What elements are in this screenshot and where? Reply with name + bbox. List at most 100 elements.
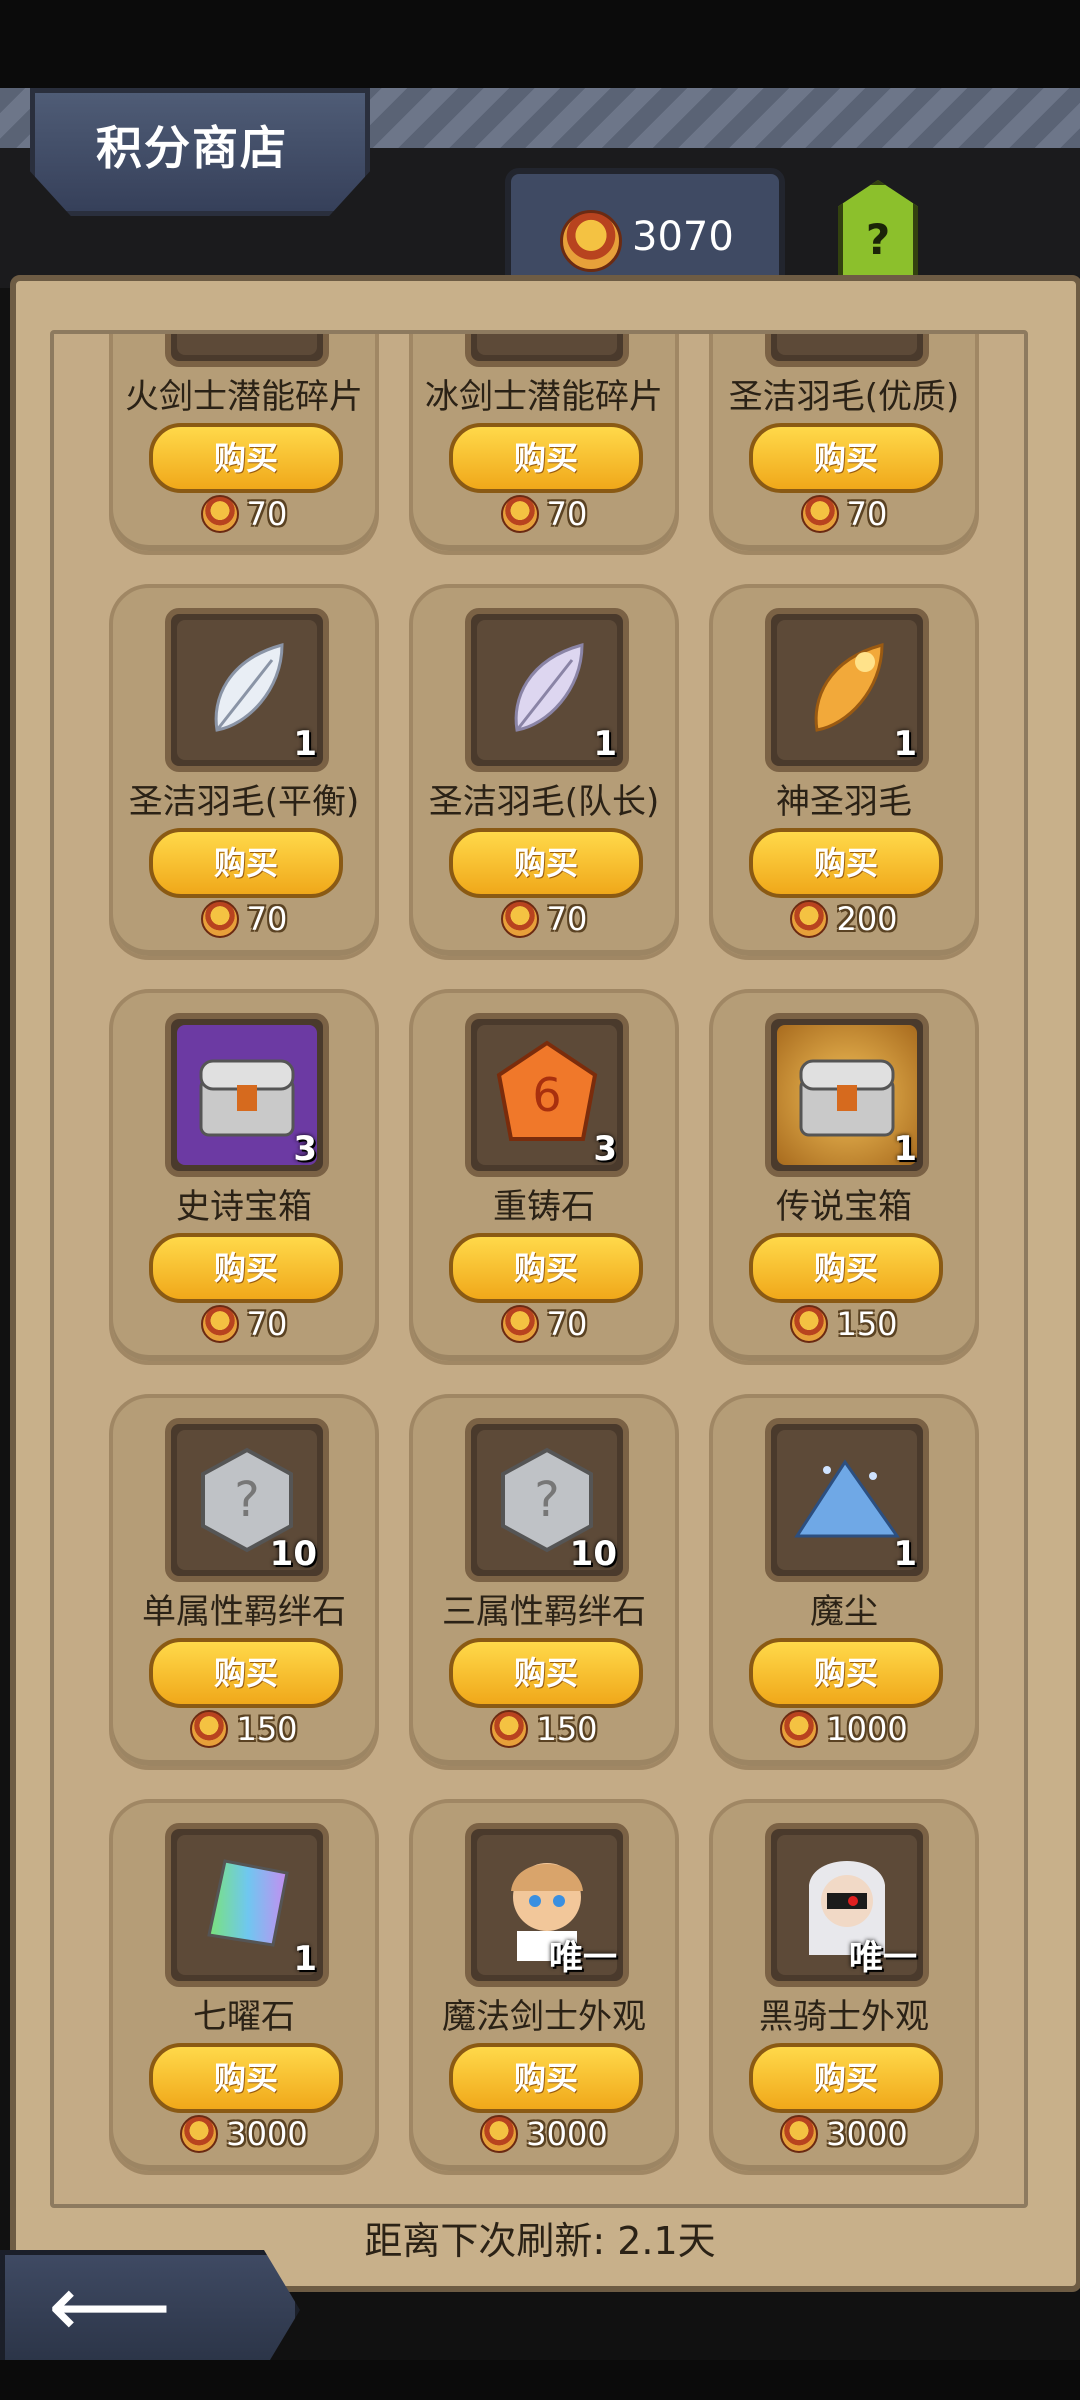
buy-button[interactable]: 购买 (449, 1233, 643, 1303)
buy-button[interactable]: 购买 (149, 423, 343, 493)
shop-item-card[interactable]: 6 3 重铸石购买 70 (409, 989, 679, 1365)
nav-bar (0, 2360, 1080, 2400)
buy-button[interactable]: 购买 (749, 1233, 943, 1303)
shop-item-card[interactable]: 1 传说宝箱购买 150 (709, 989, 979, 1365)
item-price: 70 (246, 1305, 288, 1343)
points-medal-icon (780, 1710, 819, 1748)
buy-button[interactable]: 购买 (749, 1638, 943, 1708)
svg-text:?: ? (534, 1472, 559, 1528)
points-medal-icon (190, 1710, 229, 1748)
shop-item-card[interactable]: ? 10 三属性羁绊石购买 150 (409, 1394, 679, 1770)
item-price: 3000 (826, 2115, 908, 2153)
points-medal-icon (180, 2115, 219, 2153)
item-price: 150 (236, 1710, 298, 1748)
item-price: 200 (836, 900, 898, 938)
item-icon-frame: 1 (165, 608, 329, 772)
buy-button[interactable]: 购买 (449, 423, 643, 493)
buy-button[interactable]: 购买 (149, 1233, 343, 1303)
buy-button[interactable]: 购买 (749, 828, 943, 898)
item-quantity: 唯一 (849, 1938, 917, 1978)
shop-item-card[interactable]: 1 魔尘 购买 1000 (709, 1394, 979, 1770)
item-quantity: 1 (293, 1939, 317, 1979)
price-row: 70 (113, 900, 375, 938)
shop-item-card[interactable]: 1 神圣羽毛 购买 200 (709, 584, 979, 960)
shop-item-grid[interactable]: 火剑士潜能碎片 购买 70 冰剑士潜能碎片 购买 70 圣洁羽毛(优质) 购买 70 1 圣洁羽毛(… (50, 330, 1028, 2208)
item-price: 70 (546, 1305, 588, 1343)
item-icon-frame (765, 334, 929, 367)
partial-item (477, 334, 617, 355)
item-icon-frame (465, 334, 629, 367)
shop-item-card[interactable]: ? 10 单属性羁绊石购买 150 (109, 1394, 379, 1770)
price-row: 150 (713, 1305, 975, 1343)
item-quantity: 1 (893, 1129, 917, 1169)
buy-button[interactable]: 购买 (449, 1638, 643, 1708)
points-medal-icon (480, 2115, 519, 2153)
item-icon-frame: ? 10 (465, 1418, 629, 1582)
shop-item-card[interactable]: 唯一黑骑士外观购买 3000 (709, 1799, 979, 2175)
item-icon-frame (165, 334, 329, 367)
item-price: 1000 (826, 1710, 908, 1748)
shop-item-card[interactable]: 1 圣洁羽毛(队长) 购买 70 (409, 584, 679, 960)
buy-button[interactable]: 购买 (449, 828, 643, 898)
item-name: 魔尘 (810, 1592, 878, 1632)
buy-button[interactable]: 购买 (149, 2043, 343, 2113)
item-name: 火剑士潜能碎片 (125, 377, 363, 417)
item-icon-frame: 63 (465, 1013, 629, 1177)
shop-item-card[interactable]: 冰剑士潜能碎片 购买 70 (409, 334, 679, 555)
item-price: 150 (536, 1710, 598, 1748)
item-price: 150 (836, 1305, 898, 1343)
item-price: 70 (246, 900, 288, 938)
points-medal-icon (490, 1710, 529, 1748)
item-price: 3000 (526, 2115, 608, 2153)
shop-item-card[interactable]: 1 圣洁羽毛(平衡) 购买 70 (109, 584, 379, 960)
item-name: 重铸石 (493, 1187, 595, 1227)
points-medal-icon (800, 495, 839, 533)
item-icon-frame: 唯一 (465, 1823, 629, 1987)
price-row: 70 (713, 495, 975, 533)
price-row: 1000 (713, 1710, 975, 1748)
item-icon-frame: 1 (165, 1823, 329, 1987)
buy-button[interactable]: 购买 (749, 2043, 943, 2113)
shop-item-card[interactable]: 3 史诗宝箱 购买 70 (109, 989, 379, 1365)
item-price: 70 (546, 495, 588, 533)
item-quantity: 1 (593, 724, 617, 764)
buy-button[interactable]: 购买 (149, 828, 343, 898)
price-row: 150 (113, 1710, 375, 1748)
price-row: 150 (413, 1710, 675, 1748)
price-row: 3000 (413, 2115, 675, 2153)
price-row: 3000 (713, 2115, 975, 2153)
buy-button[interactable]: 购买 (749, 423, 943, 493)
price-row: 70 (413, 1305, 675, 1343)
page-title: 积分商店 (96, 121, 288, 175)
item-name: 三属性羁绊石 (442, 1592, 646, 1632)
back-arrow-icon[interactable]: ⟵ (48, 2264, 171, 2350)
item-name: 传说宝箱 (776, 1187, 912, 1227)
item-price: 70 (246, 495, 288, 533)
partial-item (777, 334, 917, 355)
price-row: 200 (713, 900, 975, 938)
price-row: 70 (413, 495, 675, 533)
points-medal-icon (500, 495, 539, 533)
item-price: 70 (546, 900, 588, 938)
shop-item-card[interactable]: 圣洁羽毛(优质) 购买 70 (709, 334, 979, 555)
svg-text:?: ? (234, 1472, 259, 1528)
points-medal-icon (560, 210, 622, 272)
item-quantity: 10 (269, 1534, 317, 1574)
buy-button[interactable]: 购买 (449, 2043, 643, 2113)
points-medal-icon (500, 1305, 539, 1343)
points-medal-icon (200, 1305, 239, 1343)
buy-button[interactable]: 购买 (149, 1638, 343, 1708)
item-icon-frame: 3 (165, 1013, 329, 1177)
points-medal-icon (780, 2115, 819, 2153)
shop-item-card[interactable]: 唯一 魔法剑士外观 购买 3000 (409, 1799, 679, 2175)
item-quantity: 1 (293, 724, 317, 764)
points-medal-icon (200, 495, 239, 533)
shop-item-card[interactable]: 1 七曜石 购买 3000 (109, 1799, 379, 2175)
price-row: 70 (113, 1305, 375, 1343)
points-medal-icon (500, 900, 539, 938)
item-name: 单属性羁绊石 (142, 1592, 346, 1632)
item-price: 70 (846, 495, 888, 533)
item-name: 黑骑士外观 (759, 1997, 929, 2037)
points-value: 3070 (632, 214, 734, 260)
shop-item-card[interactable]: 火剑士潜能碎片购买 70 (109, 334, 379, 555)
